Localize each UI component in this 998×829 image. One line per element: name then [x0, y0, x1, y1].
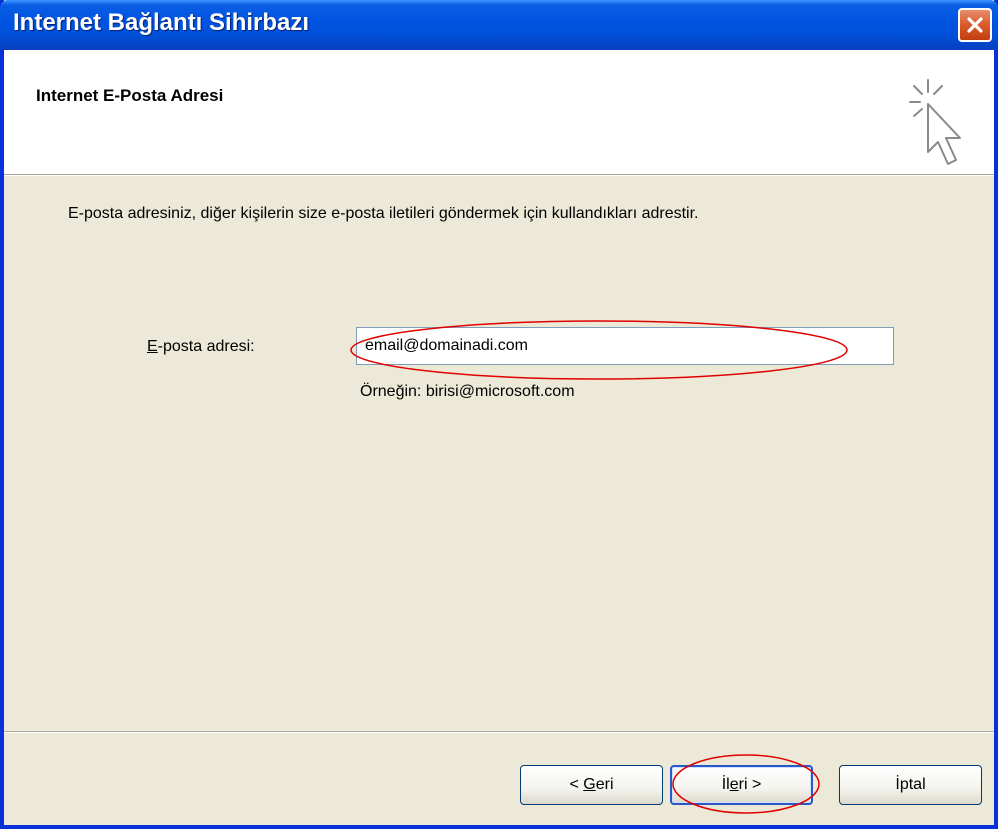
- next-button-label: İleri >: [721, 776, 762, 793]
- cancel-button-label: İptal: [895, 776, 926, 793]
- header-divider: [4, 175, 994, 176]
- page-title: Internet E-Posta Adresi: [36, 86, 224, 105]
- email-input[interactable]: [356, 327, 894, 365]
- close-button[interactable]: [958, 8, 992, 42]
- back-button-label: < Geri: [569, 776, 614, 793]
- wizard-window: Internet Bağlantı Sihirbazı Internet E-P…: [0, 0, 998, 829]
- header-panel: Internet E-Posta Adresi: [4, 50, 994, 175]
- close-icon: [967, 17, 983, 33]
- wizard-cursor-icon: [909, 79, 961, 165]
- window-title: Internet Bağlantı Sihirbazı: [13, 9, 310, 36]
- description-text: E-posta adresiniz, diğer kişilerin size …: [68, 205, 699, 222]
- next-button[interactable]: İleri >: [670, 765, 813, 805]
- cancel-button[interactable]: İptal: [839, 765, 982, 805]
- email-label: E-posta adresi:: [147, 338, 255, 356]
- email-label-rest: -posta adresi:: [157, 338, 255, 355]
- back-button[interactable]: < Geri: [520, 765, 663, 805]
- footer-divider: [4, 731, 994, 733]
- title-bar[interactable]: Internet Bağlantı Sihirbazı: [0, 0, 998, 50]
- email-label-mnemonic: E: [147, 338, 158, 355]
- email-example: Örneğin: birisi@microsoft.com: [360, 383, 575, 400]
